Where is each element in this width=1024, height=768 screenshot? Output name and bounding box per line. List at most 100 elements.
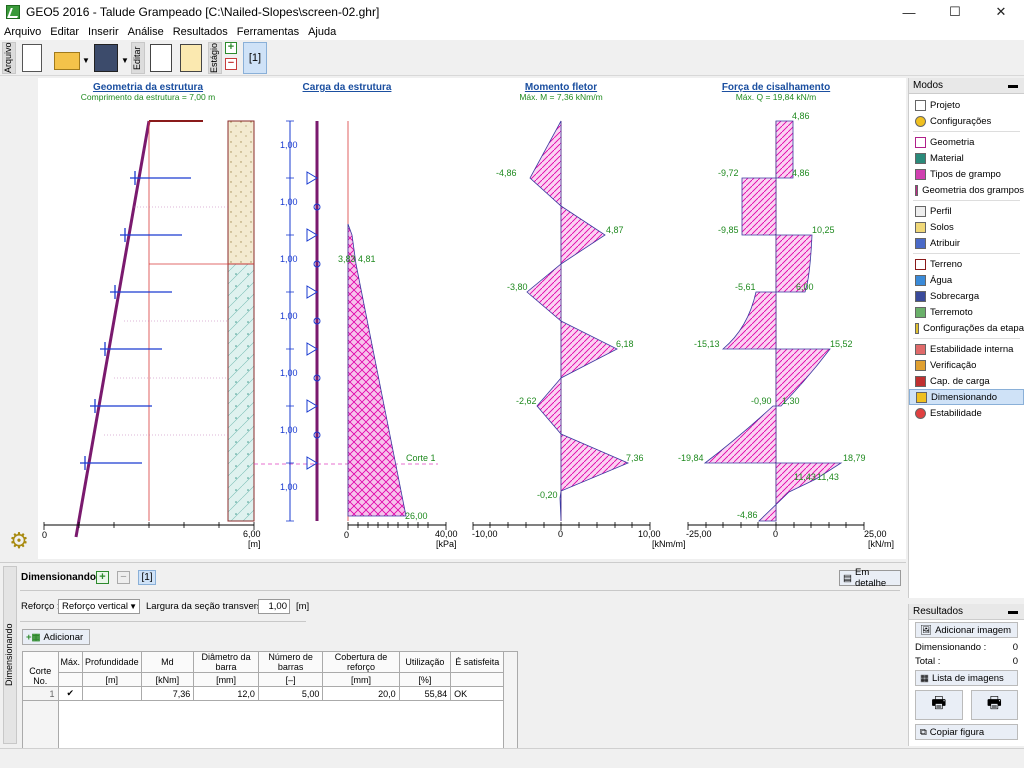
mode-atribuir[interactable]: Atribuir xyxy=(909,235,1024,251)
menu-resultados[interactable]: Resultados xyxy=(173,26,228,38)
mode-material[interactable]: Material xyxy=(909,150,1024,166)
dimensioning-table: Corte No. Máx. Profundidade Md Diâmetro … xyxy=(22,651,518,749)
menu-analise[interactable]: Análise xyxy=(128,26,164,38)
shear-label-11: 1,30 xyxy=(782,396,800,406)
save-dropdown-icon[interactable]: ▼ xyxy=(121,56,129,65)
moment-subtitle: Máx. M = 7,36 kNm/m xyxy=(519,92,602,102)
mode-estabilidade-interna[interactable]: Estabilidade interna xyxy=(909,341,1024,357)
col-unit: [–] xyxy=(257,672,324,687)
moment-axis-zero: 0 xyxy=(558,529,563,539)
menu-bar: Arquivo Editar Inserir Análise Resultado… xyxy=(0,24,1024,40)
toolbar-file-label: Arquivo xyxy=(2,42,16,74)
image-list-button[interactable]: ▦ Lista de imagens xyxy=(915,670,1018,686)
add-section-icon[interactable]: + xyxy=(96,571,109,584)
open-folder-icon[interactable] xyxy=(54,52,80,70)
mode-terreno[interactable]: Terreno xyxy=(909,256,1024,272)
water-icon xyxy=(915,274,926,286)
divider xyxy=(20,590,900,591)
mode-label: Cap. de carga xyxy=(930,375,990,387)
assign-icon xyxy=(915,237,926,249)
material-icon xyxy=(915,152,926,164)
menu-ferramentas[interactable]: Ferramentas xyxy=(237,26,299,38)
add-image-button[interactable]: 🖼 Adicionar imagem xyxy=(915,622,1018,638)
col-unit: [kNm] xyxy=(140,672,195,687)
add-button[interactable]: +▦ Adicionar xyxy=(22,629,90,645)
mode-solos[interactable]: Solos xyxy=(909,219,1024,235)
menu-inserir[interactable]: Inserir xyxy=(88,26,119,38)
max-check[interactable]: ✔ xyxy=(57,686,84,701)
shear-axis-max: 25,00 xyxy=(864,529,887,539)
surcharge-icon xyxy=(915,290,926,302)
copy-figure-button[interactable]: ⧉ Copiar figura xyxy=(915,724,1018,740)
mode-terremoto[interactable]: Terremoto xyxy=(909,304,1024,320)
diameter-cell[interactable]: 12,0 xyxy=(193,686,259,701)
shear-label-2: -9,72 xyxy=(718,168,739,178)
geometry-axis-min: 0 xyxy=(42,530,47,540)
mode-geometria[interactable]: Geometria xyxy=(909,134,1024,150)
maximize-button[interactable]: ☐ xyxy=(932,0,978,24)
nail-guides xyxy=(104,206,228,436)
shear-label-4: -9,85 xyxy=(718,225,739,235)
mode-estabilidade[interactable]: Estabilidade xyxy=(909,405,1024,421)
collapse-icon[interactable]: ▬ xyxy=(1008,604,1018,620)
collapse-icon[interactable]: ▬ xyxy=(1008,78,1018,94)
add-table-icon: +▦ xyxy=(26,631,41,643)
image-list-icon: ▦ xyxy=(920,672,929,684)
close-button[interactable]: ✕ xyxy=(978,0,1024,24)
total-count-row: Total : 0 xyxy=(909,654,1024,668)
open-dropdown-icon[interactable]: ▼ xyxy=(82,56,90,65)
copy-icon[interactable] xyxy=(150,44,172,72)
mode-projeto[interactable]: Projeto xyxy=(909,97,1024,113)
col-header: Md xyxy=(140,651,195,673)
depth-cell[interactable] xyxy=(82,686,142,701)
mode-dimensionando[interactable]: Dimensionando xyxy=(909,389,1024,405)
earthquake-icon xyxy=(915,306,926,318)
col-header: Utilização xyxy=(398,651,452,673)
spacing-label-5: 1,00 xyxy=(280,368,298,378)
save-icon[interactable] xyxy=(94,44,118,72)
mode-label: Sobrecarga xyxy=(930,290,980,302)
mode-geometria-grampos[interactable]: Geometria dos grampos xyxy=(909,182,1024,198)
mode-tipos-de-grampo[interactable]: Tipos de grampo xyxy=(909,166,1024,182)
mode-label: Tipos de grampo xyxy=(930,168,1001,180)
load-axis-max: 40,00 xyxy=(435,529,458,539)
mode-config-etapa[interactable]: Configurações da etapa xyxy=(909,320,1024,336)
print-icon[interactable]: 🖶 xyxy=(915,690,963,720)
minimize-button[interactable]: — xyxy=(886,0,932,24)
mode-agua[interactable]: Água xyxy=(909,272,1024,288)
dimensioning-side-tab[interactable]: Dimensionando xyxy=(3,566,17,744)
load-x-ticks xyxy=(347,522,447,530)
mode-cap-carga[interactable]: Cap. de carga xyxy=(909,373,1024,389)
mode-perfil[interactable]: Perfil xyxy=(909,203,1024,219)
remove-section-icon[interactable]: − xyxy=(117,571,130,584)
print-pdf-icon[interactable]: 🖶 xyxy=(970,690,1018,720)
menu-ajuda[interactable]: Ajuda xyxy=(308,26,336,38)
section-tab-1[interactable]: [1] xyxy=(138,570,156,585)
menu-editar[interactable]: Editar xyxy=(50,26,79,38)
mode-verificacao[interactable]: Verificação xyxy=(909,357,1024,373)
mode-sobrecarga[interactable]: Sobrecarga xyxy=(909,288,1024,304)
cover-cell[interactable]: 20,0 xyxy=(322,686,400,701)
shear-label-7: 6,00 xyxy=(796,282,814,292)
table-scrollbar[interactable] xyxy=(503,651,518,749)
width-input[interactable]: 1,00 xyxy=(258,599,290,614)
mode-label: Geometria dos grampos xyxy=(922,184,1024,196)
remove-stage-icon[interactable]: − xyxy=(225,58,237,70)
table-row[interactable]: 1 ✔ 7,36 12,0 5,00 20,0 55,84 OK xyxy=(22,686,518,701)
col-unit: [%] xyxy=(398,672,452,687)
gear-icon[interactable]: ⚙ xyxy=(3,526,35,556)
stage-tab-1[interactable]: [1] xyxy=(243,42,267,74)
section-cut-label: Corte 1 xyxy=(406,453,436,463)
detail-button[interactable]: ▤ Em detalhe xyxy=(839,567,901,589)
new-document-icon[interactable] xyxy=(22,44,42,72)
settings-icon xyxy=(915,115,926,127)
add-stage-icon[interactable]: + xyxy=(225,42,237,54)
mode-configuracoes[interactable]: Configurações xyxy=(909,113,1024,129)
paste-icon[interactable] xyxy=(180,44,202,72)
table-units-row: [m] [kNm] [mm] [–] [mm] [%] xyxy=(23,672,518,687)
modes-header: Modos ▬ xyxy=(909,78,1024,94)
reinforcement-select[interactable]: Reforço vertical ▼ xyxy=(58,599,140,614)
menu-arquivo[interactable]: Arquivo xyxy=(4,26,41,38)
shear-label-16: -4,86 xyxy=(737,510,758,520)
bars-cell[interactable]: 5,00 xyxy=(257,686,324,701)
